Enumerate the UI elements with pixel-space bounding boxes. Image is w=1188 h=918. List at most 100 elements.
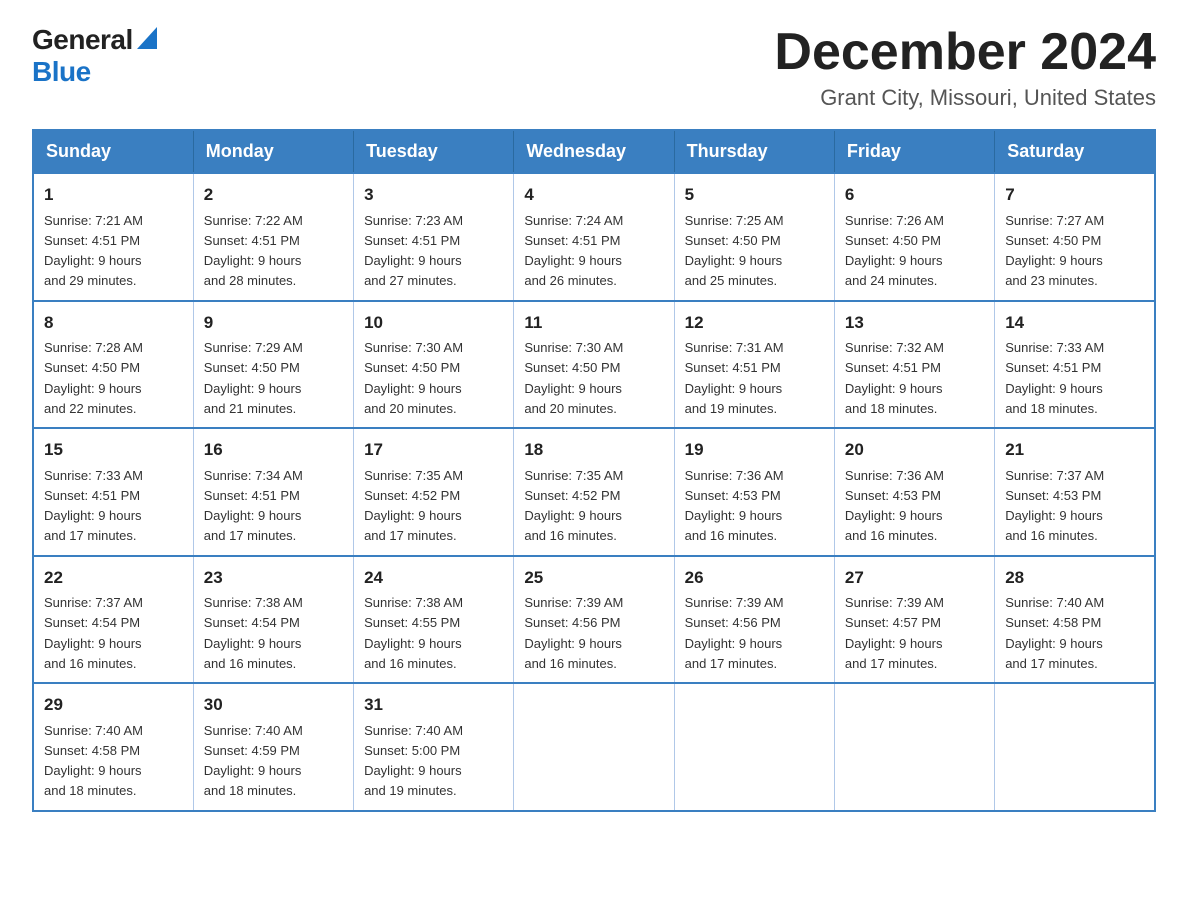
table-row: 30 Sunrise: 7:40 AMSunset: 4:59 PMDaylig… xyxy=(193,683,353,811)
day-info: Sunrise: 7:39 AMSunset: 4:57 PMDaylight:… xyxy=(845,595,944,671)
day-info: Sunrise: 7:40 AMSunset: 4:58 PMDaylight:… xyxy=(1005,595,1104,671)
day-info: Sunrise: 7:39 AMSunset: 4:56 PMDaylight:… xyxy=(685,595,784,671)
day-info: Sunrise: 7:31 AMSunset: 4:51 PMDaylight:… xyxy=(685,340,784,416)
logo: General Blue xyxy=(32,24,157,88)
day-number: 14 xyxy=(1005,310,1144,336)
day-number: 18 xyxy=(524,437,663,463)
table-row: 1 Sunrise: 7:21 AMSunset: 4:51 PMDayligh… xyxy=(33,173,193,301)
table-row: 24 Sunrise: 7:38 AMSunset: 4:55 PMDaylig… xyxy=(354,556,514,684)
calendar-week-row: 29 Sunrise: 7:40 AMSunset: 4:58 PMDaylig… xyxy=(33,683,1155,811)
table-row: 27 Sunrise: 7:39 AMSunset: 4:57 PMDaylig… xyxy=(834,556,994,684)
logo-arrow-icon xyxy=(135,27,157,53)
day-info: Sunrise: 7:30 AMSunset: 4:50 PMDaylight:… xyxy=(524,340,623,416)
col-sunday: Sunday xyxy=(33,130,193,173)
table-row: 14 Sunrise: 7:33 AMSunset: 4:51 PMDaylig… xyxy=(995,301,1155,429)
day-number: 17 xyxy=(364,437,503,463)
day-number: 30 xyxy=(204,692,343,718)
day-info: Sunrise: 7:27 AMSunset: 4:50 PMDaylight:… xyxy=(1005,213,1104,289)
day-number: 6 xyxy=(845,182,984,208)
day-info: Sunrise: 7:21 AMSunset: 4:51 PMDaylight:… xyxy=(44,213,143,289)
table-row: 12 Sunrise: 7:31 AMSunset: 4:51 PMDaylig… xyxy=(674,301,834,429)
table-row: 5 Sunrise: 7:25 AMSunset: 4:50 PMDayligh… xyxy=(674,173,834,301)
col-friday: Friday xyxy=(834,130,994,173)
table-row: 4 Sunrise: 7:24 AMSunset: 4:51 PMDayligh… xyxy=(514,173,674,301)
day-info: Sunrise: 7:26 AMSunset: 4:50 PMDaylight:… xyxy=(845,213,944,289)
day-number: 8 xyxy=(44,310,183,336)
table-row: 23 Sunrise: 7:38 AMSunset: 4:54 PMDaylig… xyxy=(193,556,353,684)
logo-general-text: General xyxy=(32,24,133,56)
col-wednesday: Wednesday xyxy=(514,130,674,173)
table-row xyxy=(995,683,1155,811)
day-number: 22 xyxy=(44,565,183,591)
day-info: Sunrise: 7:22 AMSunset: 4:51 PMDaylight:… xyxy=(204,213,303,289)
day-number: 3 xyxy=(364,182,503,208)
table-row: 3 Sunrise: 7:23 AMSunset: 4:51 PMDayligh… xyxy=(354,173,514,301)
day-info: Sunrise: 7:39 AMSunset: 4:56 PMDaylight:… xyxy=(524,595,623,671)
table-row: 25 Sunrise: 7:39 AMSunset: 4:56 PMDaylig… xyxy=(514,556,674,684)
day-info: Sunrise: 7:35 AMSunset: 4:52 PMDaylight:… xyxy=(364,468,463,544)
day-info: Sunrise: 7:38 AMSunset: 4:55 PMDaylight:… xyxy=(364,595,463,671)
table-row: 15 Sunrise: 7:33 AMSunset: 4:51 PMDaylig… xyxy=(33,428,193,556)
table-row xyxy=(834,683,994,811)
day-info: Sunrise: 7:29 AMSunset: 4:50 PMDaylight:… xyxy=(204,340,303,416)
day-number: 10 xyxy=(364,310,503,336)
day-info: Sunrise: 7:38 AMSunset: 4:54 PMDaylight:… xyxy=(204,595,303,671)
day-info: Sunrise: 7:34 AMSunset: 4:51 PMDaylight:… xyxy=(204,468,303,544)
col-monday: Monday xyxy=(193,130,353,173)
day-info: Sunrise: 7:25 AMSunset: 4:50 PMDaylight:… xyxy=(685,213,784,289)
day-number: 26 xyxy=(685,565,824,591)
table-row: 16 Sunrise: 7:34 AMSunset: 4:51 PMDaylig… xyxy=(193,428,353,556)
day-info: Sunrise: 7:32 AMSunset: 4:51 PMDaylight:… xyxy=(845,340,944,416)
calendar-week-row: 22 Sunrise: 7:37 AMSunset: 4:54 PMDaylig… xyxy=(33,556,1155,684)
day-number: 1 xyxy=(44,182,183,208)
day-info: Sunrise: 7:40 AMSunset: 4:59 PMDaylight:… xyxy=(204,723,303,799)
col-thursday: Thursday xyxy=(674,130,834,173)
day-number: 12 xyxy=(685,310,824,336)
table-row: 17 Sunrise: 7:35 AMSunset: 4:52 PMDaylig… xyxy=(354,428,514,556)
day-number: 15 xyxy=(44,437,183,463)
day-number: 4 xyxy=(524,182,663,208)
table-row: 10 Sunrise: 7:30 AMSunset: 4:50 PMDaylig… xyxy=(354,301,514,429)
table-row: 18 Sunrise: 7:35 AMSunset: 4:52 PMDaylig… xyxy=(514,428,674,556)
day-number: 16 xyxy=(204,437,343,463)
day-number: 21 xyxy=(1005,437,1144,463)
location-subtitle: Grant City, Missouri, United States xyxy=(774,85,1156,111)
day-info: Sunrise: 7:23 AMSunset: 4:51 PMDaylight:… xyxy=(364,213,463,289)
table-row: 7 Sunrise: 7:27 AMSunset: 4:50 PMDayligh… xyxy=(995,173,1155,301)
day-info: Sunrise: 7:30 AMSunset: 4:50 PMDaylight:… xyxy=(364,340,463,416)
day-number: 29 xyxy=(44,692,183,718)
table-row: 20 Sunrise: 7:36 AMSunset: 4:53 PMDaylig… xyxy=(834,428,994,556)
day-info: Sunrise: 7:40 AMSunset: 5:00 PMDaylight:… xyxy=(364,723,463,799)
table-row: 9 Sunrise: 7:29 AMSunset: 4:50 PMDayligh… xyxy=(193,301,353,429)
day-number: 20 xyxy=(845,437,984,463)
calendar-week-row: 1 Sunrise: 7:21 AMSunset: 4:51 PMDayligh… xyxy=(33,173,1155,301)
table-row: 26 Sunrise: 7:39 AMSunset: 4:56 PMDaylig… xyxy=(674,556,834,684)
day-number: 27 xyxy=(845,565,984,591)
table-row: 28 Sunrise: 7:40 AMSunset: 4:58 PMDaylig… xyxy=(995,556,1155,684)
day-number: 28 xyxy=(1005,565,1144,591)
table-row: 8 Sunrise: 7:28 AMSunset: 4:50 PMDayligh… xyxy=(33,301,193,429)
day-number: 7 xyxy=(1005,182,1144,208)
table-row: 6 Sunrise: 7:26 AMSunset: 4:50 PMDayligh… xyxy=(834,173,994,301)
month-title: December 2024 xyxy=(774,24,1156,81)
day-info: Sunrise: 7:37 AMSunset: 4:53 PMDaylight:… xyxy=(1005,468,1104,544)
table-row xyxy=(514,683,674,811)
col-saturday: Saturday xyxy=(995,130,1155,173)
calendar-week-row: 8 Sunrise: 7:28 AMSunset: 4:50 PMDayligh… xyxy=(33,301,1155,429)
logo-blue-text: Blue xyxy=(32,56,91,87)
day-info: Sunrise: 7:40 AMSunset: 4:58 PMDaylight:… xyxy=(44,723,143,799)
table-row xyxy=(674,683,834,811)
day-info: Sunrise: 7:37 AMSunset: 4:54 PMDaylight:… xyxy=(44,595,143,671)
day-number: 2 xyxy=(204,182,343,208)
day-number: 25 xyxy=(524,565,663,591)
title-block: December 2024 Grant City, Missouri, Unit… xyxy=(774,24,1156,111)
day-number: 9 xyxy=(204,310,343,336)
day-number: 24 xyxy=(364,565,503,591)
page-header: General Blue December 2024 Grant City, M… xyxy=(32,24,1156,111)
table-row: 2 Sunrise: 7:22 AMSunset: 4:51 PMDayligh… xyxy=(193,173,353,301)
table-row: 13 Sunrise: 7:32 AMSunset: 4:51 PMDaylig… xyxy=(834,301,994,429)
day-info: Sunrise: 7:33 AMSunset: 4:51 PMDaylight:… xyxy=(44,468,143,544)
day-number: 23 xyxy=(204,565,343,591)
day-number: 13 xyxy=(845,310,984,336)
day-number: 5 xyxy=(685,182,824,208)
